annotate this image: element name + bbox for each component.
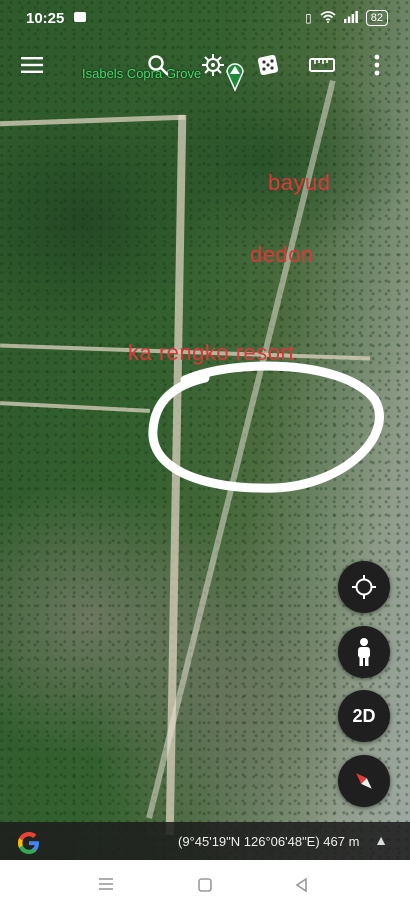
vibrate-icon: ▯ [305, 11, 312, 25]
pegman-icon [358, 638, 370, 666]
status-time: 10:25 [26, 10, 65, 27]
search-icon[interactable] [143, 50, 173, 80]
screen: bayud dedon ka rengko resort 10:25 ▯ 82 [0, 0, 410, 910]
message-icon [74, 12, 86, 22]
recent-apps-icon[interactable] [97, 877, 115, 893]
signal-icon [343, 10, 358, 26]
ruler-icon[interactable] [307, 50, 337, 80]
toggle-2d-button[interactable]: 2D [338, 690, 390, 742]
wifi-icon [320, 10, 336, 26]
status-bar: 10:25 ▯ 82 [0, 0, 410, 38]
home-icon[interactable] [196, 877, 214, 893]
my-location-button[interactable] [338, 561, 390, 613]
google-logo-icon [18, 832, 39, 854]
overlay-label-dedon: dedon [250, 242, 314, 267]
coordinates-text: (9°45'19"N 126°06'48"E) 467 m [178, 834, 360, 849]
street-view-button[interactable] [338, 626, 390, 678]
system-nav-bar [0, 860, 410, 910]
crosshair-icon [352, 575, 376, 599]
overlay-label-bayud: bayud [268, 170, 331, 195]
caret-up-icon[interactable]: ▲ [374, 832, 388, 848]
status-icons: ▯ 82 [305, 10, 388, 26]
highlight-circle [148, 361, 384, 493]
toolbar [0, 44, 410, 86]
compass-button[interactable] [338, 755, 390, 807]
battery-indicator: 82 [365, 10, 388, 26]
back-icon[interactable] [293, 877, 311, 893]
dice-icon[interactable] [253, 50, 283, 80]
more-vert-icon[interactable] [362, 50, 392, 80]
menu-icon[interactable] [17, 50, 47, 80]
voyager-wheel-icon[interactable] [198, 50, 228, 80]
coordinates-bar: (9°45'19"N 126°06'48"E) 467 m ▲ [0, 822, 410, 860]
compass-icon [356, 773, 372, 789]
